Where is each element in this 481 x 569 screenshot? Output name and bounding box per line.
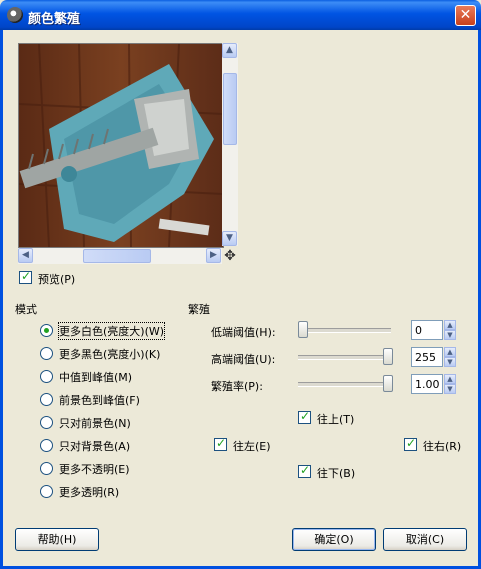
navigate-move-icon[interactable]: ✥ [222,248,238,264]
lower-threshold-increment[interactable]: ▲ [444,320,456,330]
scroll-left-button[interactable]: ◀ [18,248,33,263]
window-frame-left [0,30,3,569]
mode-option-more-opaque[interactable]: 更多不透明(E) [59,461,130,477]
propagating-rate-input[interactable]: 1.00 [411,374,443,394]
ok-button[interactable]: 确定(O) [292,528,376,551]
vertical-scroll-thumb[interactable] [223,73,237,145]
scroll-down-button[interactable]: ▼ [222,231,237,246]
preview-checkbox-label[interactable]: 预览(P) [38,271,75,287]
propagating-rate-label: 繁殖率(P): [211,380,263,393]
help-button[interactable]: 帮助(H) [15,528,99,551]
propagating-rate-spinbox[interactable]: 1.00 ▲ ▼ [411,374,456,394]
mode-option-only-bg[interactable]: 只对背景色(A) [59,438,130,454]
direction-left-label[interactable]: 往左(E) [233,438,271,454]
mode-option-more-transparent[interactable]: 更多透明(R) [59,484,119,500]
preview-vise-image [19,44,223,247]
mode-option-middle-to-peaks[interactable]: 中值到峰值(M) [59,369,132,385]
propagating-rate-slider-handle[interactable] [383,375,393,392]
upper-threshold-spinbox[interactable]: 255 ▲ ▼ [411,347,456,367]
direction-down-label[interactable]: 往下(B) [317,465,355,481]
close-button[interactable]: ✕ [455,5,476,26]
upper-threshold-input[interactable]: 255 [411,347,443,367]
propagate-heading: 繁殖 [188,303,210,316]
direction-left-checkbox[interactable] [214,436,227,451]
mode-radio-more-black[interactable] [40,347,53,360]
preview-vertical-scrollbar[interactable]: ▲ ▼ [222,43,238,246]
preview-horizontal-scrollbar[interactable]: ◀ ▶ [18,248,222,264]
mode-option-fg-to-peaks[interactable]: 前景色到峰值(F) [59,392,140,408]
direction-right-label[interactable]: 往右(R) [423,438,461,454]
lower-threshold-input[interactable]: 0 [411,320,443,340]
direction-right-checkbox[interactable] [404,436,417,451]
mode-option-only-fg[interactable]: 只对前景色(N) [59,415,131,431]
mode-radio-only-bg[interactable] [40,439,53,452]
direction-up-label[interactable]: 往上(T) [317,411,354,427]
mode-heading: 模式 [15,303,37,316]
preview-image[interactable] [18,43,224,248]
mode-radio-more-transparent[interactable] [40,485,53,498]
upper-threshold-slider[interactable] [298,355,391,360]
lower-threshold-label: 低端阈值(H): [211,326,276,339]
direction-up-checkbox[interactable] [298,409,311,424]
propagating-rate-slider[interactable] [298,382,391,387]
mode-radio-fg-to-peaks[interactable] [40,393,53,406]
upper-threshold-label: 高端阈值(U): [211,353,276,366]
propagating-rate-increment[interactable]: ▲ [444,374,456,384]
mode-radio-middle-to-peaks[interactable] [40,370,53,383]
lower-threshold-slider[interactable] [298,328,391,333]
scroll-right-button[interactable]: ▶ [206,248,221,263]
mode-radio-more-white[interactable] [40,324,53,337]
lower-threshold-decrement[interactable]: ▼ [444,330,456,340]
gimp-app-icon [7,7,23,23]
upper-threshold-slider-handle[interactable] [383,348,393,365]
mode-radio-more-opaque[interactable] [40,462,53,475]
lower-threshold-spinbox[interactable]: 0 ▲ ▼ [411,320,456,340]
scroll-up-button[interactable]: ▲ [222,43,237,58]
horizontal-scroll-thumb[interactable] [83,249,151,263]
direction-down-checkbox[interactable] [298,463,311,478]
propagating-rate-decrement[interactable]: ▼ [444,384,456,394]
close-icon: ✕ [459,7,472,23]
cancel-button[interactable]: 取消(C) [383,528,467,551]
title-bar[interactable]: 颜色繁殖 ✕ [0,0,481,30]
preview-checkbox[interactable] [19,269,32,284]
mode-radio-only-fg[interactable] [40,416,53,429]
upper-threshold-decrement[interactable]: ▼ [444,357,456,367]
window-title: 颜色繁殖 [28,12,81,27]
mode-option-more-black[interactable]: 更多黑色(亮度小)(K) [59,346,160,362]
lower-threshold-slider-handle[interactable] [298,321,308,338]
mode-option-more-white[interactable]: 更多白色(亮度大)(W) [57,322,166,340]
upper-threshold-increment[interactable]: ▲ [444,347,456,357]
